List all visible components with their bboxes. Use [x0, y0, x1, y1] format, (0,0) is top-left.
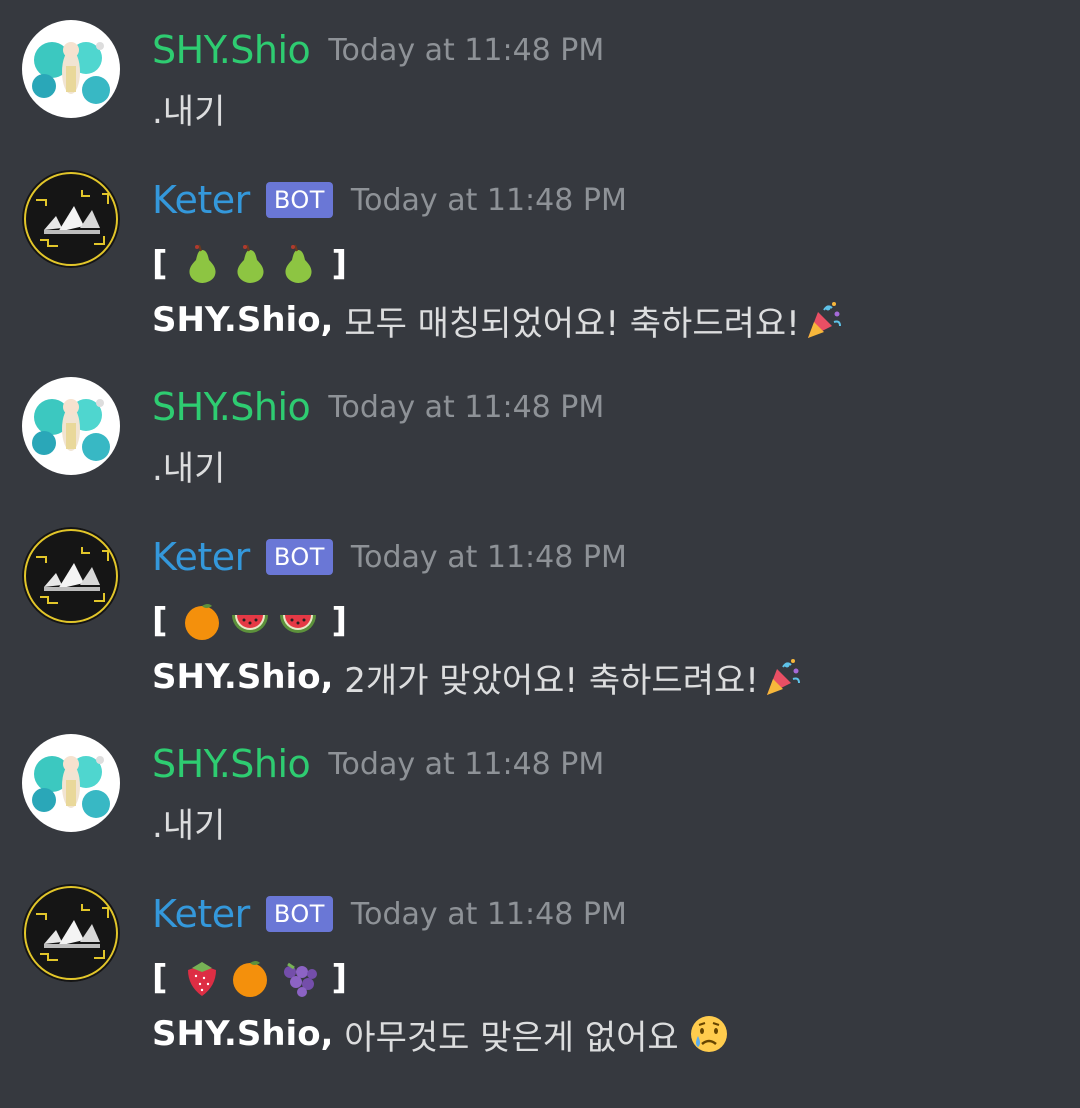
- result-close-bracket: ]: [331, 958, 348, 998]
- message-content: SHY.Shio, 아무것도 맞은게 없어요: [152, 1006, 733, 1062]
- message-text: 모두 매칭되었어요! 축하드려요!: [333, 303, 800, 344]
- message-text: .내기: [152, 91, 226, 132]
- bot-avatar[interactable]: [22, 170, 120, 268]
- keter-bot-avatar-icon: [22, 170, 120, 268]
- message-content: .내기: [152, 437, 225, 493]
- party-popper-emoji-icon: [763, 657, 803, 697]
- result-close-bracket: ]: [331, 244, 348, 284]
- author-name[interactable]: Keter: [152, 178, 250, 222]
- pear-emoji-icon: [278, 244, 318, 284]
- grapes-emoji-icon: [278, 958, 318, 998]
- result-close-bracket: ]: [331, 601, 348, 641]
- bot-badge: BOT: [265, 896, 333, 932]
- timestamp: Today at 11:48 PM: [350, 539, 627, 575]
- anime-girl-avatar-icon: [22, 377, 120, 475]
- message-text: .내기: [152, 448, 226, 489]
- timestamp: Today at 11:48 PM: [328, 389, 605, 425]
- anime-girl-avatar-icon: [22, 20, 120, 118]
- message-content: SHY.Shio, 모두 매칭되었어요! 축하드려요!: [152, 292, 848, 348]
- slot-result: [ ]: [152, 950, 347, 1006]
- bot-badge: BOT: [265, 539, 333, 575]
- bot-badge: BOT: [265, 182, 333, 218]
- keter-bot-avatar-icon: [22, 527, 120, 625]
- timestamp: Today at 11:48 PM: [350, 182, 627, 218]
- tangerine-emoji-icon: [230, 958, 270, 998]
- anime-girl-avatar-icon: [22, 734, 120, 832]
- tangerine-emoji-icon: [182, 601, 222, 641]
- message-content: .내기: [152, 80, 225, 136]
- pear-emoji-icon: [230, 244, 270, 284]
- result-open-bracket: [: [152, 958, 168, 998]
- timestamp: Today at 11:48 PM: [350, 896, 627, 932]
- author-name[interactable]: Keter: [152, 892, 250, 936]
- bot-avatar[interactable]: [22, 884, 120, 982]
- user-mention[interactable]: SHY.Shio,: [152, 1014, 333, 1054]
- result-open-bracket: [: [152, 601, 168, 641]
- timestamp: Today at 11:48 PM: [328, 32, 605, 68]
- user-mention[interactable]: SHY.Shio,: [152, 657, 333, 697]
- keter-bot-avatar-icon: [22, 884, 120, 982]
- user-avatar[interactable]: [22, 20, 120, 118]
- author-name[interactable]: Keter: [152, 535, 250, 579]
- slot-result: [ ]: [152, 593, 347, 649]
- user-mention[interactable]: SHY.Shio,: [152, 300, 333, 340]
- author-name[interactable]: SHY.Shio: [152, 742, 311, 786]
- strawberry-emoji-icon: [182, 958, 222, 998]
- result-open-bracket: [: [152, 244, 168, 284]
- party-popper-emoji-icon: [804, 300, 844, 340]
- watermelon-emoji-icon: [278, 601, 318, 641]
- message-text: 2개가 맞았어요! 축하드려요!: [333, 660, 759, 701]
- message-content: .내기: [152, 794, 225, 850]
- message-content: SHY.Shio, 2개가 맞았어요! 축하드려요!: [152, 649, 807, 705]
- author-name[interactable]: SHY.Shio: [152, 385, 311, 429]
- user-avatar[interactable]: [22, 734, 120, 832]
- crying-face-emoji-icon: [689, 1014, 729, 1054]
- pear-emoji-icon: [182, 244, 222, 284]
- slot-result: [ ]: [152, 236, 347, 292]
- watermelon-emoji-icon: [230, 601, 270, 641]
- message-text: .내기: [152, 805, 226, 846]
- bot-avatar[interactable]: [22, 527, 120, 625]
- author-name[interactable]: SHY.Shio: [152, 28, 311, 72]
- timestamp: Today at 11:48 PM: [328, 746, 605, 782]
- message-text: 아무것도 맞은게 없어요: [333, 1017, 679, 1058]
- user-avatar[interactable]: [22, 377, 120, 475]
